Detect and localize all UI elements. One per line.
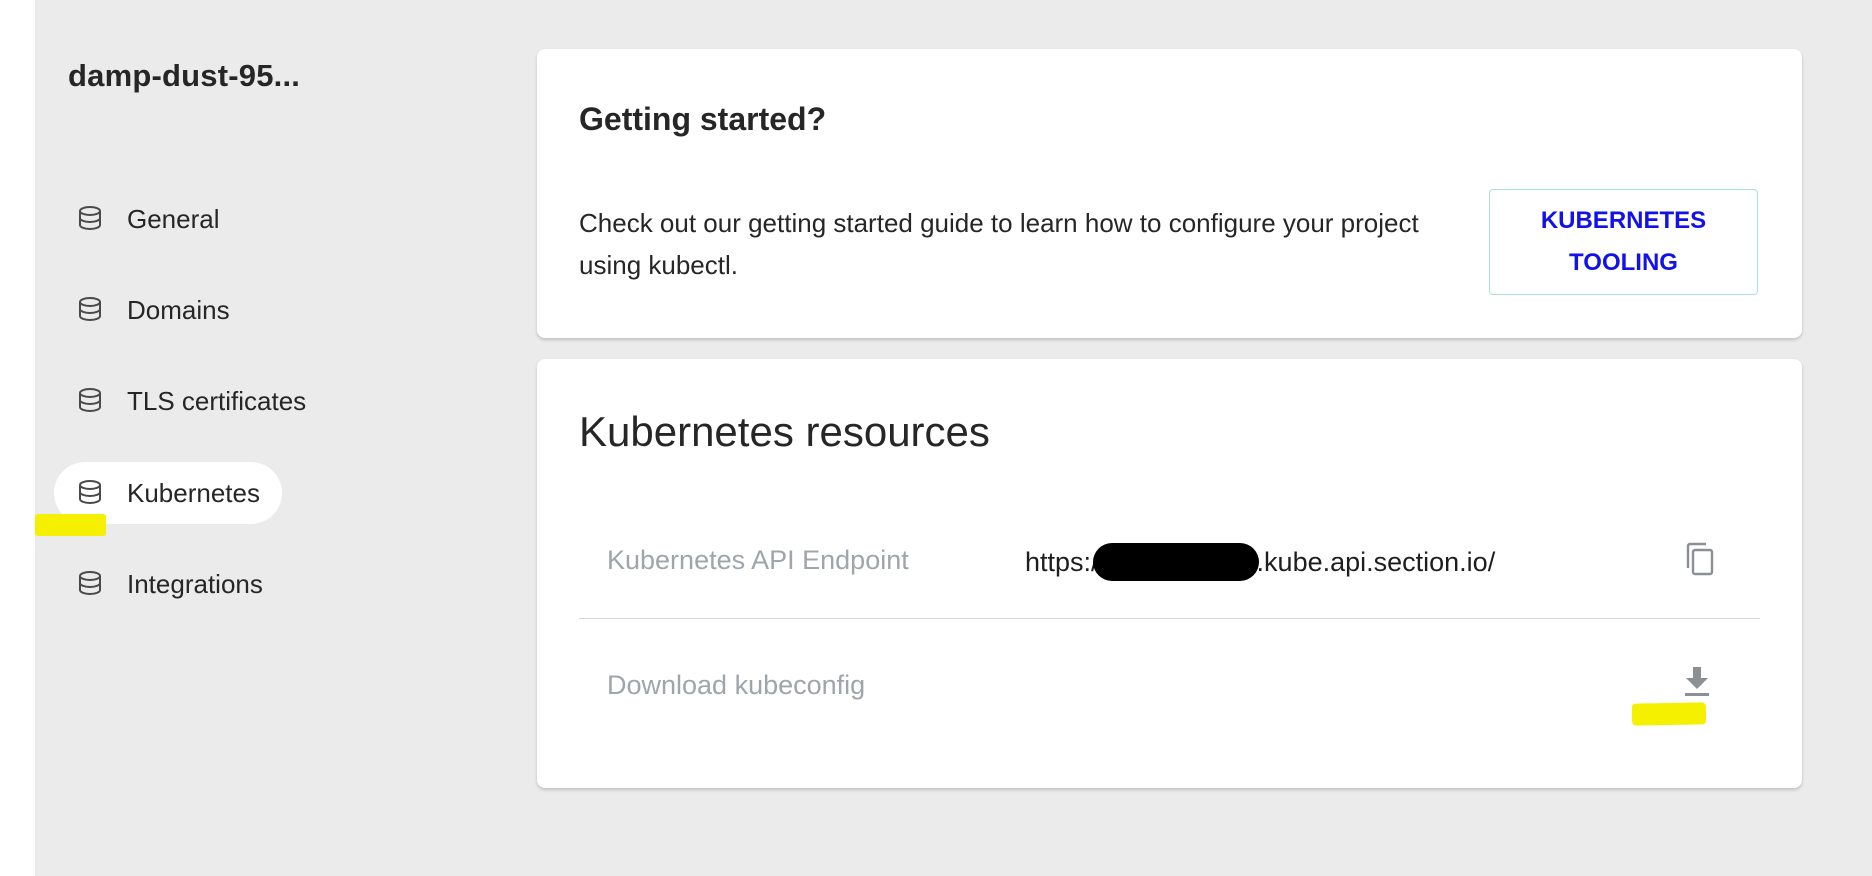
sidebar-item-label: Domains (127, 294, 230, 325)
getting-started-card: Getting started? Check out our getting s… (537, 49, 1802, 338)
api-endpoint-prefix: https:/ (1025, 546, 1099, 577)
sidebar-item-general[interactable]: General (54, 188, 242, 250)
kubernetes-resources-title: Kubernetes resources (579, 408, 990, 455)
layers-icon (77, 205, 103, 233)
download-icon[interactable] (1677, 662, 1717, 702)
api-endpoint-suffix: .kube.api.section.io/ (1256, 546, 1496, 577)
getting-started-description: Check out our getting started guide to l… (579, 208, 1419, 280)
sidebar-item-label: General (127, 203, 220, 234)
layers-icon (77, 570, 103, 598)
api-endpoint-value: https:/ .kube.api.section.io/ (1025, 543, 1495, 581)
layers-icon (77, 387, 103, 415)
copy-icon[interactable] (1679, 539, 1719, 579)
app-background: damp-dust-95... General Domains TLS cert… (35, 0, 1872, 876)
annotation-highlight (1631, 702, 1707, 726)
layers-icon (77, 296, 103, 324)
redaction-mark (1092, 543, 1259, 581)
layers-icon (77, 479, 103, 507)
sidebar-item-tls-certificates[interactable]: TLS certificates (54, 370, 328, 432)
sidebar-item-label: TLS certificates (127, 385, 307, 416)
api-endpoint-label: Kubernetes API Endpoint (607, 545, 909, 575)
project-title: damp-dust-95... (68, 58, 301, 93)
download-kubeconfig-label: Download kubeconfig (607, 670, 866, 700)
getting-started-title: Getting started? (579, 101, 827, 137)
row-divider (579, 618, 1760, 619)
sidebar-item-domains[interactable]: Domains (54, 279, 252, 341)
sidebar-item-label: Integrations (127, 568, 263, 599)
sidebar-item-integrations[interactable]: Integrations (54, 553, 285, 615)
kubernetes-tooling-button[interactable]: KUBERNETES TOOLING (1489, 189, 1758, 295)
sidebar-item-label: Kubernetes (127, 477, 260, 508)
kubernetes-resources-card: Kubernetes resources Kubernetes API Endp… (537, 359, 1802, 788)
annotation-highlight (35, 514, 106, 536)
